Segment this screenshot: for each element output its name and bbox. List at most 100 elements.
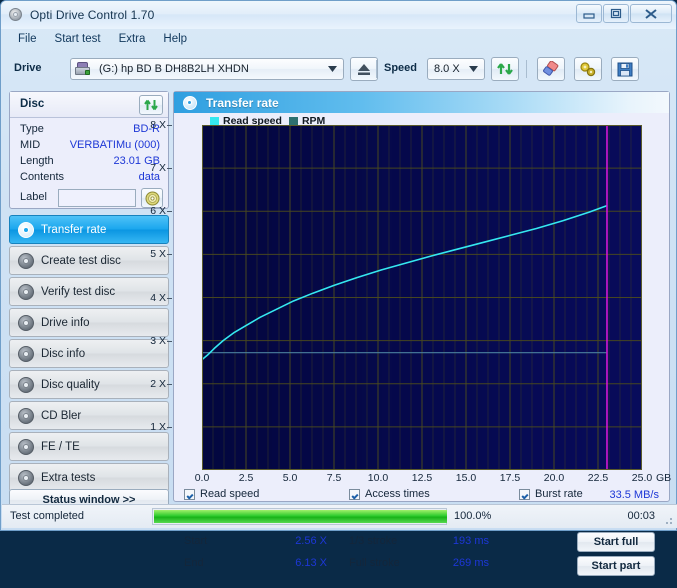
sidebar-item-create-test-disc[interactable]: Create test disc [9,246,169,275]
close-icon [645,8,657,19]
drive-icon [75,62,91,76]
menu-item-help[interactable]: Help [155,31,195,47]
speed-label: Speed [384,62,418,74]
sidebar-item-label: Drive info [41,316,90,329]
gears-icon [580,62,596,77]
burst-rate-value: 33.5 MB/s [609,489,659,501]
disc-refresh-button[interactable] [139,95,163,115]
burst-rate-label: Burst rate [535,488,583,500]
refresh-icon [144,99,158,111]
progress-bar [152,508,447,525]
window-controls [576,4,672,23]
burst-rate-checkbox[interactable] [519,488,530,500]
sidebar-item-label: Disc quality [41,378,100,391]
disc-label-key: Label [20,191,47,203]
menu-item-extra[interactable]: Extra [111,31,154,47]
eraser-icon [543,61,559,76]
disc-row-contents: Contents data [10,171,168,186]
close-button[interactable] [630,4,672,23]
drive-select[interactable]: (G:) hp BD B DH8B2LH XHDN [70,58,344,80]
disc-row-type-key: Type [20,123,44,135]
disc-icon [17,407,35,425]
start-part-button[interactable]: Start part [577,556,655,576]
menu-item-file[interactable]: File [10,31,45,47]
disc-icon [17,376,35,394]
stat-value: 2.56 X [295,535,327,547]
sidebar-item-label: CD Bler [41,409,82,422]
sidebar-item-label: Extra tests [41,471,96,484]
sidebar-item-disc-quality[interactable]: Disc quality [9,370,169,399]
y-tick-label: 5 X [150,248,166,261]
disc-icon [17,438,35,456]
sidebar-item-cd-bler[interactable]: CD Bler [9,401,169,430]
read-speed-checkbox[interactable] [184,488,195,500]
y-tick-mark [167,211,172,213]
settings-button[interactable] [574,57,602,81]
progress-percent-label: 100.0% [454,510,492,522]
stat-key: Full stroke [349,557,400,569]
status-bar: Test completed 100.0% 00:03 [2,504,677,528]
read-speed-checkbox-row[interactable]: Read speed [184,488,259,500]
stat-key: Start [184,535,208,547]
sidebar-item-disc-info[interactable]: Disc info [9,339,169,368]
x-tick-label: 22.5 [587,472,609,484]
disc-icon [17,469,35,487]
disc-label-input[interactable] [58,189,136,207]
y-tick-label: 8 X [150,119,166,131]
eject-button[interactable] [350,57,378,81]
toolbar-separator-1 [376,60,377,78]
y-tick-mark [167,254,172,256]
stat-value: 6.13 X [295,557,327,569]
sidebar-item-transfer-rate[interactable]: Transfer rate [9,215,169,244]
sidebar-item-extra-tests[interactable]: Extra tests [9,463,169,492]
y-tick-label: 6 X [150,205,166,218]
save-button[interactable] [611,57,639,81]
sidebar-item-drive-info[interactable]: Drive info [9,308,169,337]
x-tick-label: 17.5 [499,472,521,484]
stat-value: 193 ms [452,535,489,547]
transfer-rate-plot [202,125,642,470]
disc-row-mid: MID VERBATIMu (000) [10,139,168,154]
menu-bar: File Start test Extra Help [2,29,675,49]
access-times-checkbox-row[interactable]: Access times [349,488,430,500]
sidebar-item-verify-test-disc[interactable]: Verify test disc [9,277,169,306]
panel-header: Transfer rate [174,92,669,113]
stat-row-one-third-stroke: 1/3 stroke 193 ms [349,535,489,549]
maximize-icon [610,8,622,19]
stat-value: 269 ms [452,557,489,569]
burst-rate-checkbox-row[interactable]: Burst rate [519,488,583,500]
left-panel: Disc Type BD-R MID VERBATIMu (000) Lengt… [9,91,169,511]
minimize-button[interactable] [576,4,602,23]
maximize-button[interactable] [603,4,629,23]
stat-key: 1/3 stroke [349,535,398,547]
chart-area [202,125,642,470]
sidebar-item-label: Transfer rate [41,223,107,236]
read-speed-label: Read speed [200,488,260,500]
start-full-button[interactable]: Start full [577,532,655,552]
sidebar-item-fe-te[interactable]: FE / TE [9,432,169,461]
y-tick-mark [167,340,172,342]
speed-refresh-button[interactable] [491,57,519,81]
elapsed-time: 00:03 [627,510,655,522]
speed-select[interactable]: 8.0 X [427,58,485,80]
stat-row-end: End 6.13 X [184,557,329,571]
minimize-icon [583,12,595,19]
x-tick-label: 7.5 [326,472,342,484]
speed-select-value: 8.0 X [434,63,460,75]
chart-y-axis: 1 X 2 X 3 X 4 X 5 X 6 X 7 X 8 X [146,119,172,470]
access-times-checkbox[interactable] [349,488,360,500]
eject-icon [358,64,370,75]
transfer-rate-panel: Transfer rate Read speed RPM 1 X2 X3 X4 … [150,91,672,576]
chart-x-axis: 0.0 2.5 5.0 7.5 10.0 12.5 15.0 17.5 20.0 22.5 25.0… [195,472,672,486]
clear-button[interactable] [537,57,565,81]
resize-grip[interactable] [662,514,674,526]
drive-toolbar: Drive (G:) hp BD B DH8B2LH XHDN Speed 8.… [2,51,675,89]
refresh-icon [497,63,513,75]
sidebar-item-label: Disc info [41,347,86,360]
menu-item-start-test[interactable]: Start test [47,31,109,47]
x-tick-label: 20.0 [543,472,565,484]
app-window: Opti Drive Control 1.70 File Start test … [0,0,677,576]
floppy-save-icon [617,62,633,76]
y-tick-label: 1 X [150,420,166,433]
app-disc-icon [8,7,24,23]
